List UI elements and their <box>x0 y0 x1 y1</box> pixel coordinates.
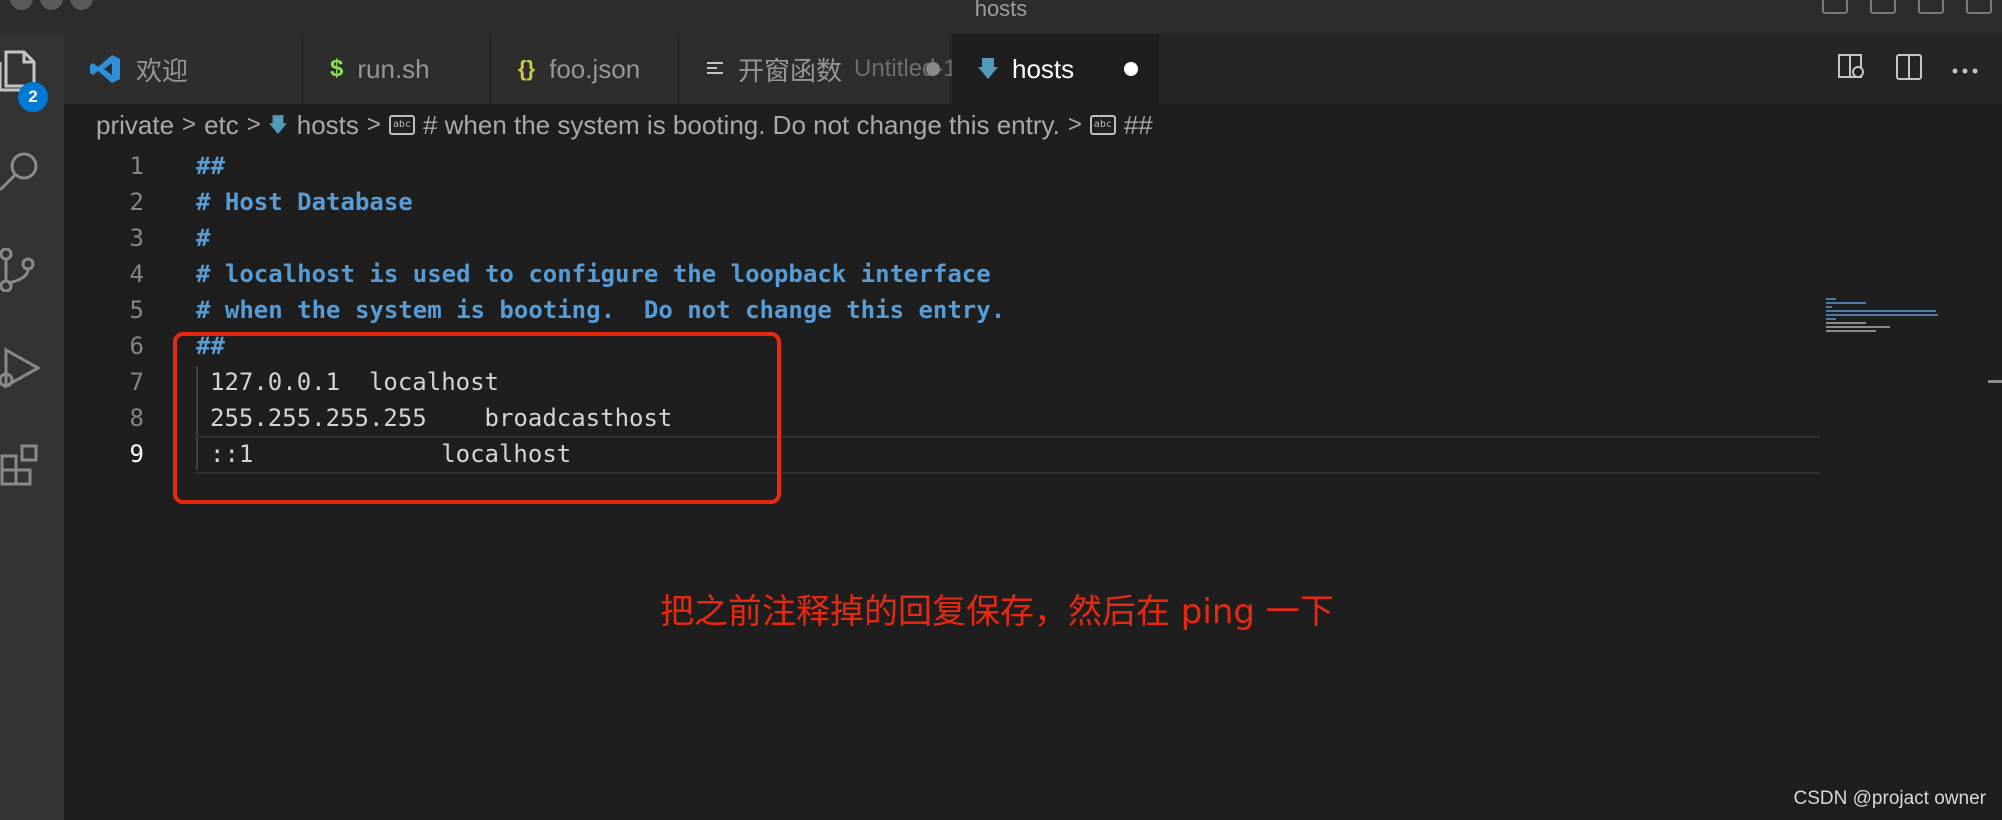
activity-bar: 2 <box>0 34 64 820</box>
line-number: 6 <box>129 332 144 360</box>
code-line[interactable]: 2 # Host Database <box>64 184 1764 220</box>
split-editor-icon[interactable] <box>1896 54 1922 85</box>
line-number: 7 <box>129 368 144 396</box>
breadcrumb: private > etc > hosts > abc # when the s… <box>96 104 1153 146</box>
line-number: 5 <box>129 296 144 324</box>
code-text: ## <box>196 152 225 180</box>
breadcrumb-item-symbol[interactable]: # when the system is booting. Do not cha… <box>423 110 1060 141</box>
tab-untitled-1[interactable]: 开窗函数 Untitled-1 <box>680 34 957 104</box>
line-number: 1 <box>129 152 144 180</box>
breadcrumb-item-etc[interactable]: etc <box>204 110 239 141</box>
chevron-right-icon: > <box>366 111 381 138</box>
tab-bar: 欢迎 $ run.sh {} foo.json 开窗函数 Untitled-1 … <box>64 34 2002 104</box>
toggle-primary-sidebar-icon[interactable] <box>1822 0 1848 14</box>
run-debug-icon[interactable] <box>0 346 42 390</box>
toggle-panel-icon[interactable] <box>1870 0 1896 14</box>
unsaved-dot-icon[interactable] <box>1124 62 1138 76</box>
tab-label: 欢迎 <box>136 55 189 86</box>
vscode-logo-icon <box>90 53 122 85</box>
source-control-icon[interactable] <box>0 247 40 293</box>
tab-foo-json[interactable]: {} foo.json <box>492 34 678 104</box>
line-number: 9 <box>129 440 144 468</box>
breadcrumb-item-private[interactable]: private <box>96 110 174 141</box>
dollar-icon: $ <box>330 55 344 82</box>
explorer-badge: 2 <box>18 82 48 112</box>
download-arrow-icon <box>268 115 287 135</box>
toggle-secondary-sidebar-icon[interactable] <box>1918 0 1944 14</box>
code-line[interactable]: 5 # when the system is booting. Do not c… <box>64 292 1764 328</box>
tab-label: hosts <box>1012 53 1075 84</box>
tab-description: Untitled-1 <box>854 55 957 82</box>
annotation-text: 把之前注释掉的回复保存，然后在 ping 一下 <box>660 592 1334 632</box>
line-number: 8 <box>129 404 144 432</box>
tab-label: run.sh <box>357 53 430 84</box>
layout-controls <box>1822 0 1992 14</box>
customize-layout-icon[interactable] <box>1966 0 1992 14</box>
tab-label: foo.json <box>549 53 641 84</box>
tab-run-sh[interactable]: $ run.sh <box>304 34 490 104</box>
code-text: # Host Database <box>196 188 413 216</box>
string-symbol-icon: abc <box>1089 115 1116 135</box>
string-symbol-icon: abc <box>388 115 415 135</box>
breadcrumb-item-hosts[interactable]: hosts <box>297 110 359 141</box>
code-text: # <box>196 224 211 252</box>
code-line[interactable]: 4 # localhost is used to configure the l… <box>64 256 1764 292</box>
tab-label: 开窗函数 <box>738 55 843 86</box>
line-number: 4 <box>129 260 144 288</box>
line-number: 3 <box>129 224 144 252</box>
highlight-box <box>173 332 781 504</box>
extensions-icon[interactable] <box>0 442 40 486</box>
minimap[interactable] <box>1826 298 1946 338</box>
code-text: # when the system is booting. Do not cha… <box>196 296 1006 324</box>
search-icon[interactable] <box>0 150 40 194</box>
lines-icon <box>706 60 724 78</box>
braces-icon: {} <box>518 56 536 81</box>
tab-hosts[interactable]: hosts <box>952 34 1160 104</box>
scrollbar-position-marker[interactable] <box>1988 380 2002 383</box>
watermark: CSDN @projact owner <box>1793 788 1986 809</box>
breadcrumb-item-symbol-2[interactable]: ## <box>1124 110 1153 141</box>
more-actions-icon[interactable] <box>1952 61 1978 79</box>
window-title: hosts <box>974 0 1028 21</box>
code-text: # localhost is used to configure the loo… <box>196 260 991 288</box>
download-arrow-icon <box>978 58 998 80</box>
chevron-right-icon: > <box>1067 111 1082 138</box>
code-line[interactable]: 1 ## <box>64 148 1764 184</box>
editor-actions <box>1838 54 1978 85</box>
tab-welcome[interactable]: 欢迎 <box>64 34 302 104</box>
line-number: 2 <box>129 188 144 216</box>
chevron-right-icon: > <box>182 111 197 138</box>
title-bar: hosts <box>0 0 2002 34</box>
open-preview-icon[interactable] <box>1838 54 1866 85</box>
unsaved-dot-icon[interactable] <box>926 62 940 76</box>
code-line[interactable]: 3 # <box>64 220 1764 256</box>
chevron-right-icon: > <box>246 111 261 138</box>
